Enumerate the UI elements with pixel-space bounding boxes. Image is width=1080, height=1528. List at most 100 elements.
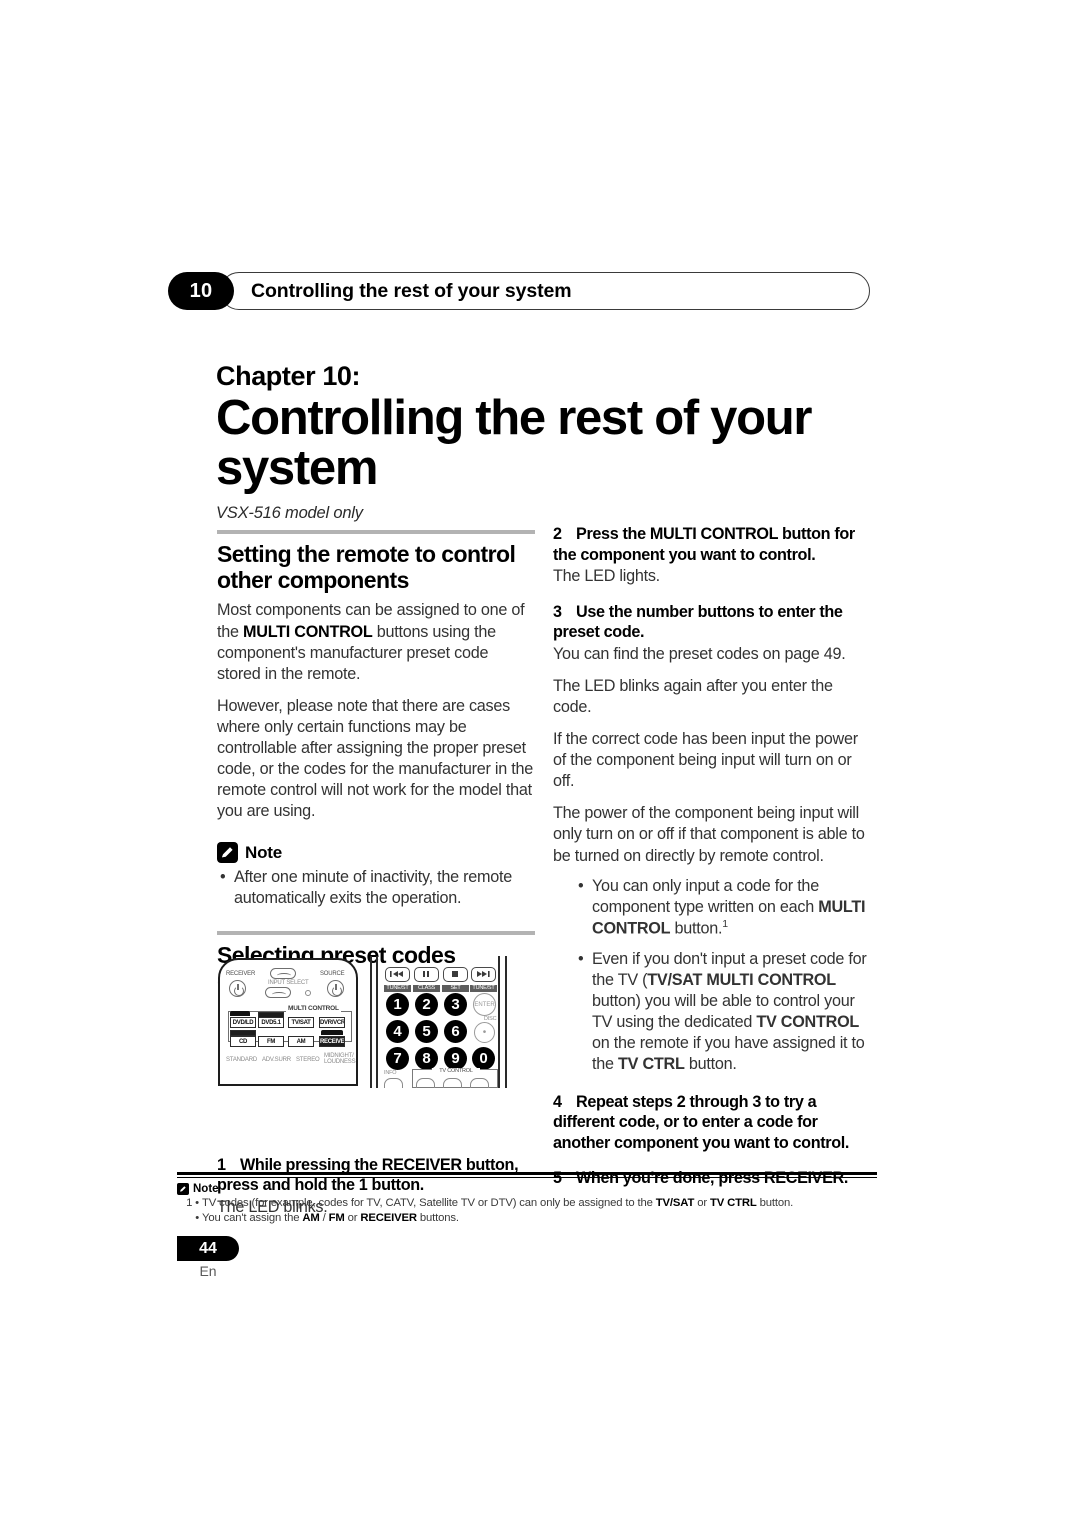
footnote-marker: • [195,1212,199,1225]
multi-control-dvd-ld[interactable]: DVD/LD [230,1017,256,1028]
step-2-detail: The LED lights. [553,567,660,586]
stop-button[interactable] [443,967,468,982]
number-key-3[interactable]: 3 [444,993,467,1016]
text-frag: button. [684,1055,737,1074]
tv-control-button-1[interactable] [416,1078,435,1088]
plus-ten-button[interactable]: • [474,1022,495,1043]
tag-set: SET [442,985,469,992]
label-source: SOURCE [320,971,345,977]
section-heading-setting-remote: Setting the remote to control other comp… [217,541,516,594]
page-title: Controlling the rest of your system [216,391,812,496]
label-stereo: STEREO [296,1057,320,1063]
footnote-note-label: Note [193,1182,219,1195]
rewind-button[interactable] [385,967,410,982]
source-power-button[interactable] [327,980,344,997]
label-receiver: RECEIVER [226,971,256,977]
list-item: • You can't assign the AM / FM or RECEIVE… [177,1211,877,1227]
list-item: Even if you don't input a preset code fo… [575,949,875,1075]
text-frag: buttons. [416,1212,459,1225]
chapter-label: Chapter 10: [216,361,361,391]
step-4: 4 Repeat steps 2 through 3 to try a diffe… [553,1092,875,1154]
paragraph-however-note: However, please note that there are case… [217,696,534,820]
tv-control-button-2[interactable] [443,1078,462,1088]
step-3-detail-1: You can find the preset codes on page 49… [553,645,846,663]
footnote-block: Note 1 • TV codes (for example, codes for… [177,1172,877,1227]
enter-button[interactable]: ENTER [473,993,496,1016]
paragraph-most-components: Most components can be assigned to one o… [217,600,535,684]
remote-edge-right [505,956,507,1088]
info-button[interactable] [384,1078,403,1088]
pencil-icon [217,842,238,864]
list-item: After one minute of inactivity, the remo… [217,867,535,909]
number-key-2[interactable]: 2 [415,993,438,1016]
step-3-detail-4: The power of the component being input w… [553,804,865,865]
tv-control-button-3[interactable] [470,1078,489,1088]
footnote-rule-thick [177,1172,877,1175]
text-frag: or [694,1196,710,1209]
button-tab [230,1011,250,1016]
multi-control-am[interactable]: AM [288,1036,314,1047]
text-frag: or [344,1212,361,1225]
step-3-detail-2: The LED blinks again after you enter the… [553,677,833,717]
footnote-list: 1 • TV codes (for example, codes for TV, … [177,1196,877,1227]
remote-edge-left [370,956,372,1088]
text-frag: button. [670,919,723,938]
number-key-5[interactable]: 5 [415,1020,438,1043]
multi-control-receiver[interactable]: RECEIVER [319,1036,345,1047]
remote-keypad-section: TUNE/ST CLASS SET TUNE/ST 1 2 3 ENTER DI… [370,956,518,1088]
multi-control-dvd51[interactable]: DVD5.1 [258,1017,284,1028]
tag-tune-st-1: TUNE/ST [384,985,411,992]
remote-edge-left-inner [376,956,378,1088]
receiver-power-button[interactable] [229,980,246,997]
number-key-1[interactable]: 1 [386,993,409,1016]
term-tv-ctrl: TV CTRL [709,1196,757,1209]
text-frag: / [319,1212,329,1225]
led-indicator [305,990,311,996]
label-input-select: INPUT SELECT [268,980,309,986]
text-frag: TV codes (for example, codes for TV, CAT… [202,1196,656,1209]
pencil-icon [177,1182,189,1195]
footnote-reference: 1 [722,917,728,930]
multi-control-cd[interactable]: CD [230,1036,256,1047]
label-info: INFO [384,1070,397,1076]
chapter-number-badge: 10 [168,272,234,310]
number-key-8[interactable]: 8 [415,1047,438,1070]
remote-upper-section: RECEIVER SOURCE INPUT SELECT MULTI CONTR… [218,958,358,1086]
term-multi-control: MULTI CONTROL [243,622,373,641]
number-key-7[interactable]: 7 [386,1047,409,1070]
step-text: Use the number buttons to enter the pres… [553,602,843,642]
document-page: 10 Controlling the rest of your system C… [0,0,1080,1528]
text-frag: You can only input a code for the compon… [592,876,819,916]
number-key-0[interactable]: 0 [472,1047,495,1070]
step-2: 2 Press the MULTI CONTROL button for the … [553,524,875,565]
page-language: En [199,1263,217,1279]
pause-button[interactable] [414,967,439,982]
multi-control-fm[interactable]: FM [258,1036,284,1047]
page-number-badge: 44 [177,1236,239,1261]
multi-control-tv-sat[interactable]: TV/SAT [288,1017,314,1028]
multi-control-dvr-vcr[interactable]: DVR/VCR [319,1017,345,1028]
running-header-title: Controlling the rest of your system [251,280,572,302]
note-header: Note [217,842,535,864]
step-3-bullet-list: You can only input a code for the compon… [575,876,875,1076]
input-select-button[interactable] [265,987,291,998]
number-key-4[interactable]: 4 [386,1020,409,1043]
left-column: Setting the remote to control other comp… [217,530,535,1218]
fast-forward-button[interactable] [471,967,496,982]
term-tv-sat-multi-control: TV/SAT MULTI CONTROL [647,971,836,990]
label-tv-control: TV CONTROL [432,1068,480,1075]
label-midnight-loudness: MIDNIGHT/ LOUDNESS [324,1053,356,1065]
tag-tune-st-2: TUNE/ST [470,985,497,992]
section-divider-2 [217,931,535,936]
step-number: 2 [553,525,562,543]
step-number: 4 [553,1092,562,1111]
text-frag: button. [756,1196,794,1209]
note-label: Note [245,842,282,862]
number-key-6[interactable]: 6 [444,1020,467,1043]
term-am: AM [302,1212,320,1225]
input-select-top-icon [270,968,296,979]
step-text: Repeat steps 2 through 3 to try a differ… [553,1092,850,1152]
number-key-9[interactable]: 9 [444,1047,467,1070]
note-bullet-list: After one minute of inactivity, the remo… [217,867,535,909]
label-multi-control: MULTI CONTROL [286,1005,341,1012]
